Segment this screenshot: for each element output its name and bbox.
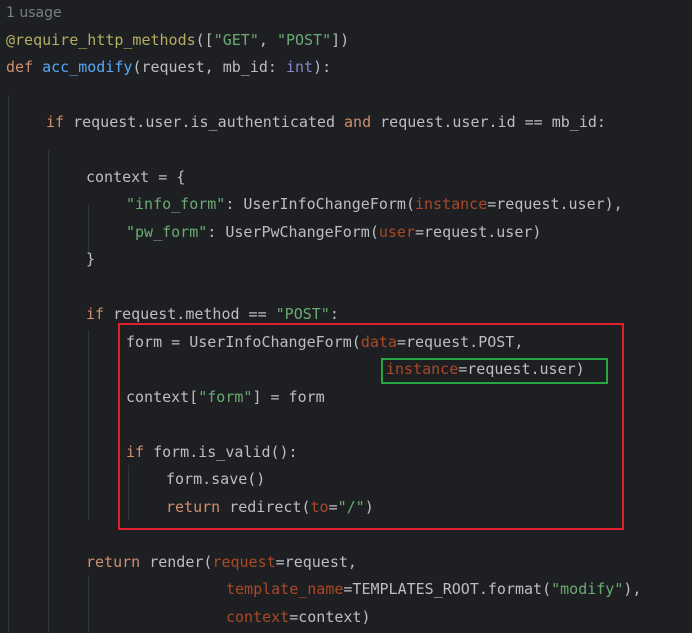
code-line-9[interactable]: form = UserInfoChangeForm(data=request.P… — [126, 329, 523, 357]
code-token: redirect( — [220, 498, 311, 516]
indent-guide — [8, 95, 9, 633]
keyword-argument: to — [310, 498, 329, 516]
keyword-argument: user — [378, 223, 415, 241]
code-token: request.user.is_authenticated — [64, 113, 345, 131]
keyword: def — [6, 58, 34, 76]
code-line-1[interactable]: @require_http_methods(["GET", "POST"]) — [6, 27, 349, 55]
code-token: ) — [364, 498, 374, 516]
indent-guide — [88, 575, 89, 633]
code-token: =TEMPLATES_ROOT.format( — [343, 580, 552, 598]
string-literal: "/" — [337, 498, 365, 516]
code-token: : UserInfoChangeForm( — [225, 195, 415, 213]
function-name: acc_modify — [42, 58, 133, 76]
decorator: @require_http_methods — [6, 31, 196, 49]
keyword: return — [166, 498, 221, 516]
code-line-15[interactable]: return render(request=request, — [86, 549, 357, 577]
keyword-argument: instance — [415, 195, 488, 213]
code-token: ]) — [331, 31, 350, 49]
code-line-11[interactable]: context["form"] = form — [126, 384, 325, 412]
keyword: if — [86, 305, 105, 323]
code-token: form = UserInfoChangeForm( — [126, 333, 361, 351]
code-token: ] = form — [252, 388, 325, 406]
string-literal: "form" — [198, 388, 253, 406]
keyword-argument: template_name — [226, 580, 344, 598]
string-literal: "pw_form" — [126, 223, 208, 241]
builtin-type: int — [285, 58, 314, 76]
code-token: =request.user), — [487, 195, 623, 213]
code-token: form.is_valid(): — [144, 443, 298, 461]
code-line-16[interactable]: template_name=TEMPLATES_ROOT.format("mod… — [226, 576, 641, 604]
code-token: , — [258, 31, 277, 49]
keyword: return — [86, 553, 141, 571]
code-editor[interactable]: 1 usage @require_http_methods(["GET", "P… — [0, 0, 692, 633]
code-line-14[interactable]: return redirect(to="/") — [166, 494, 374, 522]
indent-guide — [88, 330, 89, 520]
keyword-argument: context — [226, 608, 290, 626]
code-line-3[interactable]: if request.user.is_authenticated and req… — [46, 109, 606, 137]
code-line-17[interactable]: context=context) — [226, 604, 371, 632]
code-token: : — [329, 305, 339, 323]
keyword-argument: instance — [386, 360, 459, 378]
code-token: context = { — [86, 168, 186, 186]
code-token: = — [328, 498, 338, 516]
code-token: } — [86, 250, 96, 268]
code-line-4[interactable]: context = { — [86, 164, 185, 192]
string-literal: "info_form" — [126, 195, 226, 213]
code-line-12[interactable]: if form.is_valid(): — [126, 439, 298, 467]
usage-hint[interactable]: 1 usage — [6, 0, 62, 28]
string-literal: "modify" — [551, 580, 624, 598]
code-token: render( — [140, 553, 213, 571]
code-token: ([ — [195, 31, 214, 49]
indent-guide — [128, 465, 129, 520]
code-token: =context) — [289, 608, 371, 626]
string-literal: "POST" — [276, 31, 332, 49]
indent-guide — [48, 150, 49, 633]
code-token: ): — [313, 58, 332, 76]
code-token: : UserPwChangeForm( — [207, 223, 379, 241]
code-token: (request, mb_id: — [132, 58, 286, 76]
code-line-5[interactable]: "info_form": UserInfoChangeForm(instance… — [126, 191, 623, 219]
code-line-8[interactable]: if request.method == "POST": — [86, 301, 339, 329]
keyword: and — [344, 113, 372, 131]
code-token: =request, — [275, 553, 357, 571]
code-token: =request.user) — [458, 360, 585, 378]
code-token: request.method == — [104, 305, 276, 323]
code-token: context[ — [126, 388, 199, 406]
code-token: request.user.id == mb_id: — [371, 113, 606, 131]
code-line-13[interactable]: form.save() — [166, 466, 265, 494]
code-line-10[interactable]: instance=request.user) — [386, 356, 585, 384]
keyword: if — [126, 443, 145, 461]
code-token: =request.POST, — [396, 333, 524, 351]
code-line-6[interactable]: "pw_form": UserPwChangeForm(user=request… — [126, 219, 541, 247]
string-literal: "GET" — [213, 31, 259, 49]
code-token: =request.user) — [415, 223, 542, 241]
code-token: form.save() — [166, 470, 266, 488]
code-line-2[interactable]: def acc_modify(request, mb_id: int): — [6, 54, 331, 82]
code-token: ), — [623, 580, 642, 598]
code-line-7[interactable]: } — [86, 246, 95, 274]
keyword: if — [46, 113, 65, 131]
keyword-argument: data — [360, 333, 397, 351]
string-literal: "POST" — [275, 305, 330, 323]
keyword-argument: request — [212, 553, 276, 571]
